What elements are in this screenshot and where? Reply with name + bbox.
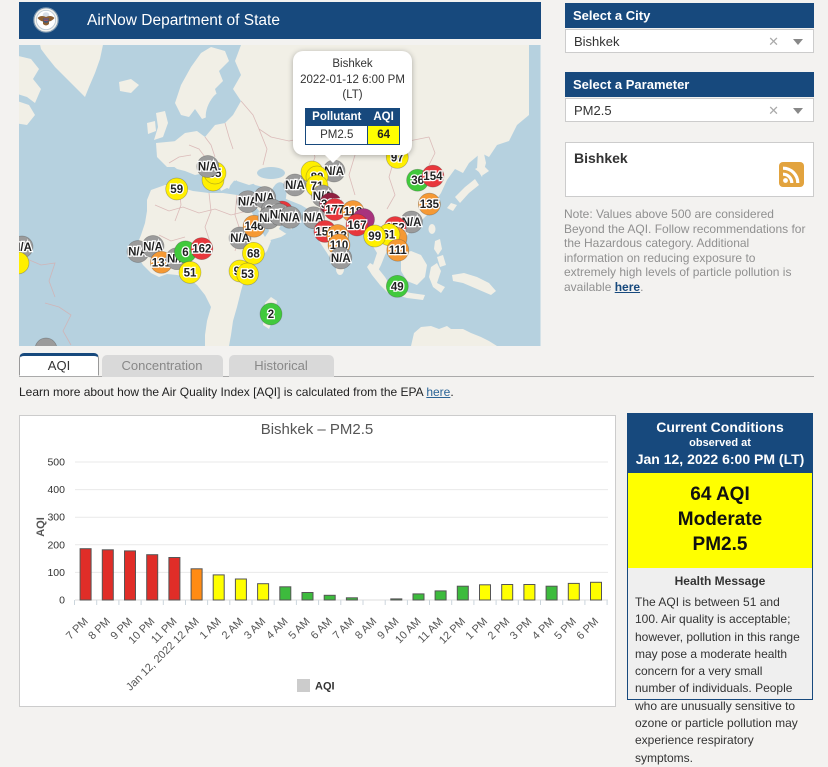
svg-text:5 PM: 5 PM — [552, 616, 579, 643]
svg-text:200: 200 — [47, 539, 65, 551]
svg-text:177: 177 — [325, 205, 344, 217]
svg-text:1 AM: 1 AM — [198, 616, 224, 642]
svg-text:135: 135 — [420, 199, 440, 211]
svg-text:51: 51 — [184, 267, 197, 279]
svg-text:3 PM: 3 PM — [508, 616, 535, 643]
svg-text:111: 111 — [389, 245, 408, 257]
svg-text:59: 59 — [170, 184, 183, 196]
svg-text:8 PM: 8 PM — [86, 616, 113, 643]
svg-text:154: 154 — [423, 171, 443, 183]
svg-text:6 AM: 6 AM — [309, 616, 335, 642]
svg-text:N/A: N/A — [285, 180, 305, 192]
svg-text:2 AM: 2 AM — [220, 616, 246, 642]
svg-text:6: 6 — [182, 247, 188, 259]
svg-text:3 AM: 3 AM — [242, 616, 268, 642]
svg-text:N/A: N/A — [331, 253, 351, 265]
svg-text:N/A: N/A — [198, 162, 218, 174]
svg-text:400: 400 — [47, 484, 65, 496]
svg-text:N/A: N/A — [280, 212, 300, 224]
svg-text:100: 100 — [47, 567, 65, 579]
svg-text:300: 300 — [47, 512, 65, 524]
svg-text:162: 162 — [192, 244, 211, 256]
svg-text:Bishkek – PM2.5: Bishkek – PM2.5 — [261, 421, 374, 438]
svg-text:8 AM: 8 AM — [353, 616, 379, 642]
svg-text:1 PM: 1 PM — [463, 616, 490, 643]
svg-text:500: 500 — [47, 457, 65, 469]
svg-text:6 PM: 6 PM — [574, 616, 601, 643]
svg-text:167: 167 — [347, 220, 366, 232]
svg-text:68: 68 — [247, 248, 260, 260]
svg-text:53: 53 — [241, 269, 254, 281]
svg-text:2 PM: 2 PM — [486, 616, 513, 643]
svg-text:4 PM: 4 PM — [530, 616, 557, 643]
svg-text:4 AM: 4 AM — [264, 616, 290, 642]
svg-text:7 PM: 7 PM — [64, 616, 91, 643]
svg-text:5 AM: 5 AM — [286, 616, 312, 642]
svg-text:7 AM: 7 AM — [331, 616, 357, 642]
svg-text:99: 99 — [368, 231, 381, 243]
svg-text:AQI: AQI — [35, 517, 47, 537]
svg-text:49: 49 — [391, 281, 404, 293]
svg-text:0: 0 — [59, 595, 65, 607]
svg-text:2: 2 — [268, 309, 274, 321]
svg-text:AQI: AQI — [315, 681, 335, 693]
